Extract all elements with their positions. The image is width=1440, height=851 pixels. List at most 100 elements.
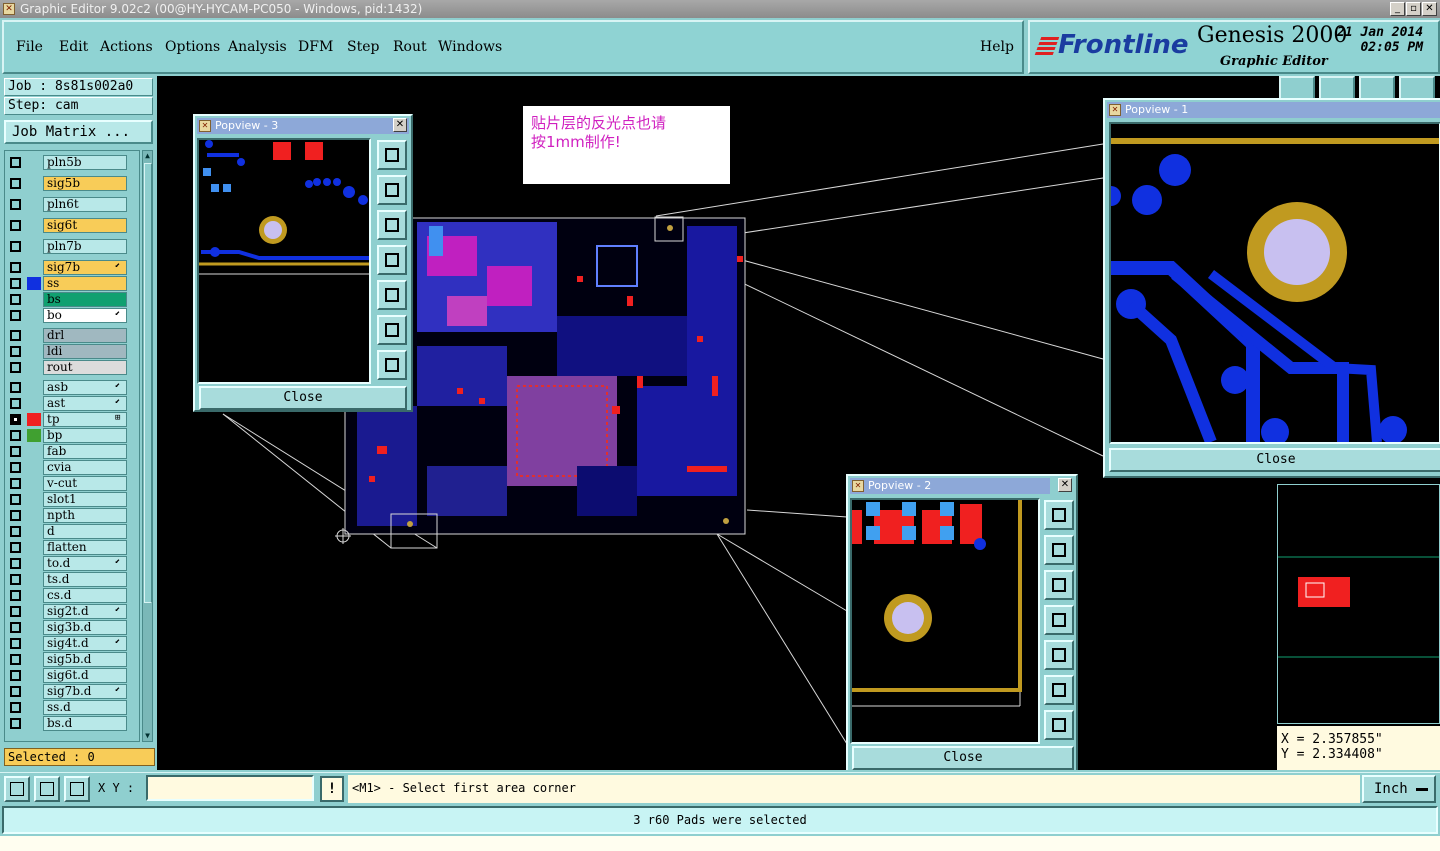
layer-row-bo[interactable]: bo ⬋ <box>7 308 127 323</box>
layer-checkbox[interactable] <box>10 606 21 617</box>
layer-name[interactable]: bp <box>43 428 127 443</box>
layer-row-sig5b.d[interactable]: sig5b.d <box>7 652 127 667</box>
layer-checkbox[interactable] <box>10 157 21 168</box>
angle-tool-icon[interactable] <box>34 776 60 802</box>
popview-3-pan-down-icon[interactable] <box>377 210 407 240</box>
fit-tool-icon[interactable] <box>1319 76 1355 100</box>
popview-3-zoom-icon[interactable] <box>377 140 407 170</box>
menu-analysis[interactable]: Analysis <box>228 39 287 55</box>
layer-name[interactable]: pln6t <box>43 197 127 212</box>
layer-checkbox[interactable] <box>10 241 21 252</box>
layer-checkbox[interactable] <box>10 178 21 189</box>
popview-3-view[interactable] <box>197 138 371 384</box>
layer-row-bs[interactable]: bs <box>7 292 127 307</box>
layer-checkbox[interactable] <box>10 478 21 489</box>
layer-row-pln6t[interactable]: pln6t <box>7 197 127 212</box>
layer-name[interactable]: sig6t <box>43 218 127 233</box>
layer-name[interactable]: v-cut <box>43 476 127 491</box>
layer-checkbox[interactable] <box>10 718 21 729</box>
layer-checkbox[interactable] <box>10 310 21 321</box>
menu-help[interactable]: Help <box>980 39 1014 55</box>
maximize-button[interactable]: ▫ <box>1406 2 1421 16</box>
layer-name[interactable]: bs.d <box>43 716 127 731</box>
layer-row-to.d[interactable]: to.d ⬋ <box>7 556 127 571</box>
layer-row-pln7b[interactable]: pln7b <box>7 239 127 254</box>
layer-row-cvia[interactable]: cvia <box>7 460 127 475</box>
measure-tool-icon[interactable] <box>4 776 30 802</box>
window-tool-icon[interactable] <box>1399 76 1435 100</box>
layer-name[interactable]: sig6t.d <box>43 668 127 683</box>
layer-row-asb[interactable]: asb ⬋ <box>7 380 127 395</box>
popview-2-pan-down-icon[interactable] <box>1044 570 1074 600</box>
grid-snap-icon[interactable] <box>64 776 90 802</box>
popview-2-zoom-icon[interactable] <box>1044 500 1074 530</box>
layer-name[interactable]: cvia <box>43 460 127 475</box>
layer-row-fab[interactable]: fab <box>7 444 127 459</box>
layer-row-ts.d[interactable]: ts.d <box>7 572 127 587</box>
layer-row-drl[interactable]: drl <box>7 328 127 343</box>
layer-name[interactable]: pln7b <box>43 239 127 254</box>
layer-checkbox[interactable] <box>10 346 21 357</box>
layer-name[interactable]: ldi <box>43 344 127 359</box>
layer-name[interactable]: fab <box>43 444 127 459</box>
layer-checkbox[interactable] <box>10 382 21 393</box>
layer-row-ss[interactable]: ss <box>7 276 127 291</box>
overview-map[interactable] <box>1277 484 1440 724</box>
layer-row-sig7b[interactable]: sig7b ⬋ <box>7 260 127 275</box>
layer-row-d[interactable]: d <box>7 524 127 539</box>
layer-checkbox[interactable] <box>10 199 21 210</box>
layer-name[interactable]: bs <box>43 292 127 307</box>
minimize-button[interactable]: _ <box>1390 2 1405 16</box>
xy-input[interactable] <box>146 775 314 801</box>
layer-checkbox[interactable] <box>10 430 21 441</box>
layer-row-sig4t.d[interactable]: sig4t.d ⬋ <box>7 636 127 651</box>
popview-3-close-button[interactable]: Close <box>199 386 407 410</box>
layer-row-sig6t.d[interactable]: sig6t.d <box>7 668 127 683</box>
layer-checkbox[interactable] <box>10 462 21 473</box>
popview-3-pan-left-icon[interactable] <box>377 245 407 275</box>
popview-3-pan-right-icon[interactable] <box>377 280 407 310</box>
layer-checkbox[interactable] <box>10 622 21 633</box>
layer-checkbox[interactable] <box>10 262 21 273</box>
popview-3-zoom-out-icon[interactable] <box>377 350 407 380</box>
layer-row-bs.d[interactable]: bs.d <box>7 716 127 731</box>
layer-row-sig6t[interactable]: sig6t <box>7 218 127 233</box>
layer-checkbox[interactable] <box>10 558 21 569</box>
menu-rout[interactable]: Rout <box>393 39 427 55</box>
layer-checkbox[interactable] <box>10 542 21 553</box>
menu-actions[interactable]: Actions <box>100 39 153 55</box>
popview-3-pan-up-icon[interactable] <box>377 175 407 205</box>
popview-1-close-button[interactable]: Close <box>1109 448 1440 472</box>
layer-checkbox[interactable] <box>10 654 21 665</box>
layer-name[interactable]: rout <box>43 360 127 375</box>
graphic-canvas[interactable]: 贴片层的反光点也请 按1mm制作! ✕ Popview - 3 ✕ Close … <box>157 76 1440 770</box>
layer-row-sig2t.d[interactable]: sig2t.d ⬋ <box>7 604 127 619</box>
layer-row-sig3b.d[interactable]: sig3b.d <box>7 620 127 635</box>
layer-row-flatten[interactable]: flatten <box>7 540 127 555</box>
menu-options[interactable]: Options <box>165 39 220 55</box>
scroll-thumb[interactable] <box>144 163 152 603</box>
popview-2-pan-left-icon[interactable] <box>1044 605 1074 635</box>
layer-checkbox[interactable] <box>10 574 21 585</box>
popview-2-pan-up-icon[interactable] <box>1044 535 1074 565</box>
layer-checkbox[interactable] <box>10 294 21 305</box>
popview-2-close-button[interactable]: Close <box>852 746 1074 770</box>
layer-name[interactable]: slot1 <box>43 492 127 507</box>
layer-row-ss.d[interactable]: ss.d <box>7 700 127 715</box>
layer-name[interactable]: cs.d <box>43 588 127 603</box>
layer-name[interactable]: drl <box>43 328 127 343</box>
layer-row-v-cut[interactable]: v-cut <box>7 476 127 491</box>
layer-checkbox[interactable] <box>10 414 21 425</box>
layer-name[interactable]: ss <box>43 276 127 291</box>
popview-1-view[interactable] <box>1109 122 1440 444</box>
scroll-up-icon[interactable]: ▲ <box>143 151 152 161</box>
popview-2-zoom-in-icon[interactable] <box>1044 675 1074 705</box>
popview-2-close-icon[interactable]: ✕ <box>1058 478 1072 492</box>
layer-checkbox[interactable] <box>10 220 21 231</box>
layer-row-ldi[interactable]: ldi <box>7 344 127 359</box>
layer-checkbox[interactable] <box>10 670 21 681</box>
menu-windows[interactable]: Windows <box>438 39 502 55</box>
popview-2-zoom-out-icon[interactable] <box>1044 710 1074 740</box>
layer-name[interactable]: sig3b.d <box>43 620 127 635</box>
menu-edit[interactable]: Edit <box>59 39 88 55</box>
